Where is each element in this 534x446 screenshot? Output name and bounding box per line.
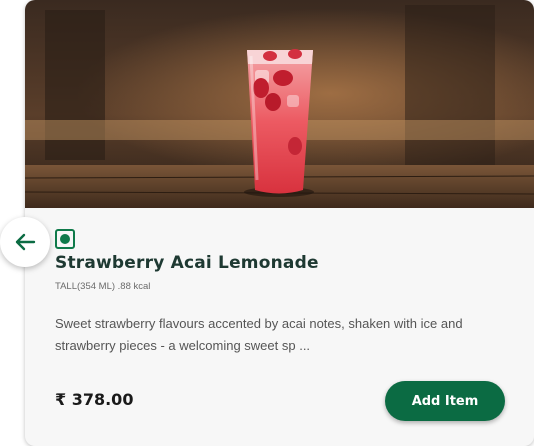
product-description: Sweet strawberry flavours accented by ac… <box>55 316 463 353</box>
product-price: ₹ 378.00 <box>55 390 134 409</box>
product-image <box>25 0 534 208</box>
back-button[interactable] <box>0 217 50 267</box>
product-size-calories: TALL(354 ML) .88 kcal <box>55 281 151 292</box>
arrow-left-icon <box>15 233 36 251</box>
product-card: Strawberry Acai Lemonade TALL(354 ML) .8… <box>25 0 534 446</box>
product-title: Strawberry Acai Lemonade <box>55 253 319 273</box>
add-item-button[interactable]: Add Item <box>385 381 505 421</box>
veg-icon <box>55 229 75 249</box>
